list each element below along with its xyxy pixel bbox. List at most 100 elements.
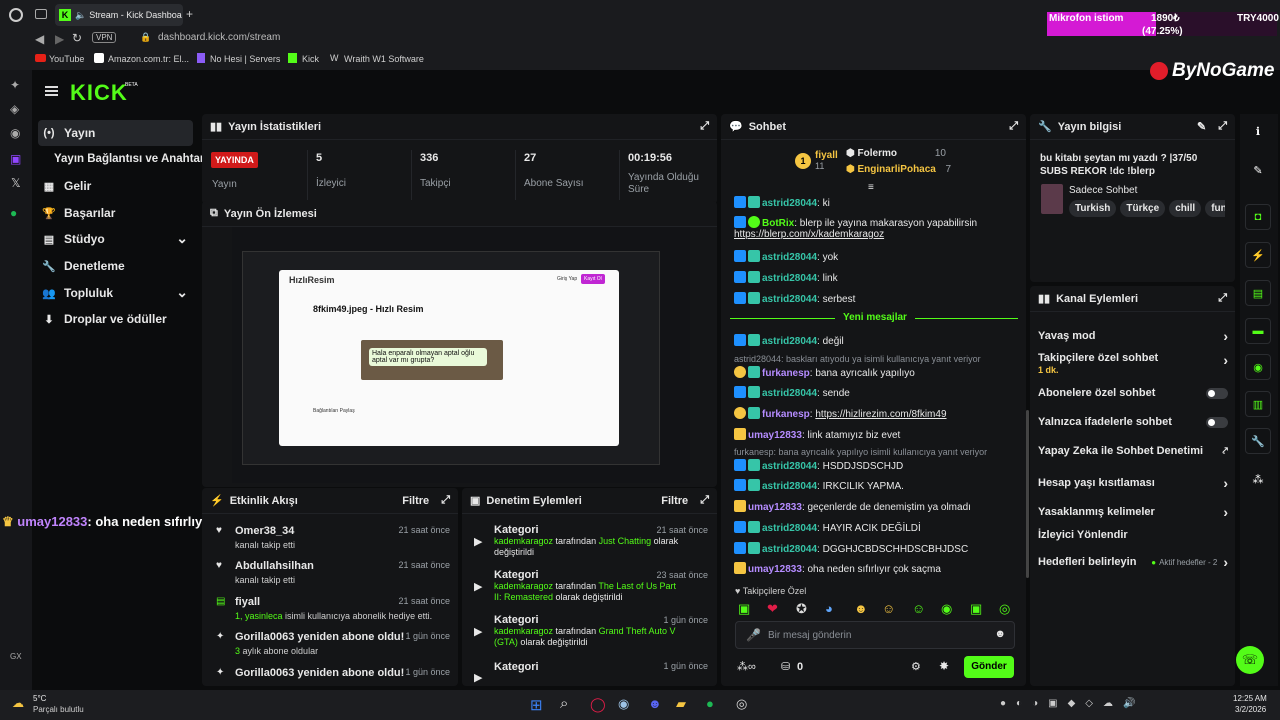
activity-filter[interactable]: Filtre [402,495,429,507]
search-icon[interactable]: ⌕ [560,695,568,712]
bolt-icon[interactable]: ⚡ [1245,242,1271,268]
info-icon[interactable]: ℹ [1245,118,1271,144]
expand-icon[interactable]: ⤢ [700,494,709,507]
send-button[interactable]: Gönder [964,656,1014,678]
account-age-restriction[interactable]: Hesap yaşı kısıtlaması › [1038,475,1228,491]
list-icon[interactable]: ▤ [1245,280,1271,306]
twitch-icon[interactable]: ▣ [10,152,21,166]
emote-4[interactable]: ◕ [825,601,833,616]
emote-10[interactable]: ◎ [999,601,1010,617]
nav-yayin[interactable]: (•) Yayın [40,120,192,146]
chat-link[interactable]: https://hizlirezim.com/8fkim49 [815,409,946,420]
bookmark-nohesi[interactable]: No Hesi | Servers [210,54,280,64]
edit-icon[interactable]: ✎ [1197,120,1206,133]
points-icon[interactable]: ⛁ [781,660,790,673]
chat-scrollbar[interactable] [1026,410,1029,578]
emotes-only-toggle[interactable] [1206,416,1228,428]
chat-input[interactable]: 🎤 Bir mesaj gönderin ☻ [735,621,1015,649]
emote-7[interactable]: ☺ [912,601,925,616]
spotify-icon[interactable]: ● [10,206,17,220]
folder-icon[interactable]: ▰ [676,696,686,712]
emote-9[interactable]: ▣ [970,601,982,617]
expand-icon[interactable]: ⤢ [441,494,450,507]
broadcast-rail-icon[interactable]: ◉ [1245,354,1271,380]
emote-1[interactable]: ▣ [738,601,750,617]
pinned-toggle-icon[interactable]: ≡ [868,182,874,193]
chrome-icon[interactable]: ◎ [736,696,747,712]
expand-icon[interactable]: ⤢ [1009,120,1018,133]
slow-mode[interactable]: Yavaş mod › [1038,328,1228,344]
bookmark-kick[interactable]: Kick [302,54,319,64]
users-icon[interactable]: ⁂ [1245,466,1271,492]
gamepad-icon[interactable]: ◉ [10,126,20,140]
weather-temp[interactable]: 5°C [33,694,46,703]
tag[interactable]: Türkçe [1120,200,1166,217]
nav-basarilar[interactable]: 🏆 Başarılar [40,200,192,226]
emotes-only-chat[interactable]: Yalnızca ifadelerle sohbet [1038,416,1228,428]
expand-icon[interactable]: ⤢ [700,120,709,133]
opera-taskbar-icon[interactable]: ◯ [590,696,606,713]
bookmark-youtube[interactable]: YouTube [49,54,84,64]
spotify-taskbar-icon[interactable]: ● [706,696,714,711]
back-icon[interactable]: ◀ [35,32,44,46]
emote-menu-icon[interactable]: ✸ [939,659,949,673]
tab-strip-icon[interactable] [35,9,47,19]
emote-8[interactable]: ◉ [941,601,952,617]
tag[interactable]: Turkish [1069,200,1117,217]
subscribers-only-toggle[interactable] [1206,387,1228,399]
top-gifter-3[interactable]: ⬢ EnginarliPohaca 7 [846,164,961,175]
set-goals[interactable]: Hedefleri belirleyin ● Aktif hedefler - 2 › [1038,554,1228,570]
steam-icon[interactable]: ◉ [618,696,629,712]
start-icon[interactable]: ⊞ [530,696,543,714]
tag[interactable]: chill [1169,200,1202,217]
subscribers-only-chat[interactable]: Abonelere özel sohbet [1038,387,1228,399]
ai-moderation[interactable]: Yapay Zeka ile Sohbet Denetimi ⤤ [1038,445,1228,457]
chat-link[interactable]: https://blerp.com/x/kademkaragoz [734,229,884,240]
raid-viewers[interactable]: İzleyici Yönlendir [1038,529,1228,541]
nav-denetleme[interactable]: 🔧 Denetleme [40,253,192,279]
followers-only-chat[interactable]: Takipçilere özel sohbet 1 dk. › [1038,352,1228,375]
chat-bubble-icon[interactable]: ▬ [1245,318,1271,344]
emote-3[interactable]: ✪ [796,601,807,617]
support-icon[interactable]: ☏ [1236,646,1264,674]
reload-icon[interactable]: ↻ [72,31,82,45]
forward-icon[interactable]: ▶ [55,32,64,46]
nav-studyo[interactable]: ▤ Stüdyo ⌄ [40,226,192,252]
tag[interactable]: funn [1205,200,1225,217]
tools-icon[interactable]: 🔧 [1245,428,1271,454]
nav-topluluk[interactable]: 👥 Topluluk ⌄ [40,280,192,306]
bookmark-amazon[interactable]: Amazon.com.tr: El... [108,54,189,64]
layout-icon[interactable]: ▥ [1245,391,1271,417]
kick-logo[interactable]: KICK [70,80,128,106]
new-tab-button[interactable]: + [186,7,193,21]
explore-icon[interactable]: ◈ [10,102,19,116]
mod-tools-icon[interactable]: ⁂∞ [737,660,756,673]
emote-6[interactable]: ☺ [882,601,895,616]
expand-icon[interactable]: ⤢ [1218,292,1227,305]
opera-menu-icon[interactable] [9,8,23,22]
emoji-icon[interactable]: ☻ [994,628,1006,640]
discord-icon[interactable]: ☻ [648,696,662,711]
vpn-badge[interactable]: VPN [92,32,117,43]
nav-droplar[interactable]: ⬇ Droplar ve ödüller [40,306,192,332]
top-gifter-1[interactable]: 1 fiyall 11 [795,150,838,171]
x-icon[interactable]: 𝕏 [11,176,21,190]
clock-time[interactable]: 12:25 AM [1233,694,1267,703]
bookmark-wraith[interactable]: Wraith W1 Software [344,54,424,64]
expand-icon[interactable]: ⤢ [1218,120,1227,133]
chevron-down-icon[interactable]: ⌄ [176,284,188,301]
chevron-down-icon[interactable]: ⌄ [176,230,188,247]
hamburger-icon[interactable] [45,86,58,96]
nav-stream-key[interactable]: Yayın Bağlantısı ve Anahtarı [54,146,208,172]
mic-icon[interactable]: 🎤 [746,628,761,642]
mute-icon[interactable]: 🔈 [75,10,86,21]
top-gifter-2[interactable]: ⬢ Folermo 10 [846,148,956,159]
nav-gelir[interactable]: ▦ Gelir [40,173,192,199]
settings-icon[interactable]: ⚙ [911,660,921,673]
scan-icon[interactable]: ◘ [1245,204,1271,230]
tray-icons[interactable]: ●◐◑▣◆◇☁🔊 [1000,698,1145,709]
emote-5[interactable]: ☻ [854,601,868,616]
pencil-icon[interactable]: ✎ [1245,157,1271,183]
moderation-filter[interactable]: Filtre [661,495,688,507]
browser-tab[interactable]: K 🔈 Stream - Kick Dashboa [55,4,183,26]
